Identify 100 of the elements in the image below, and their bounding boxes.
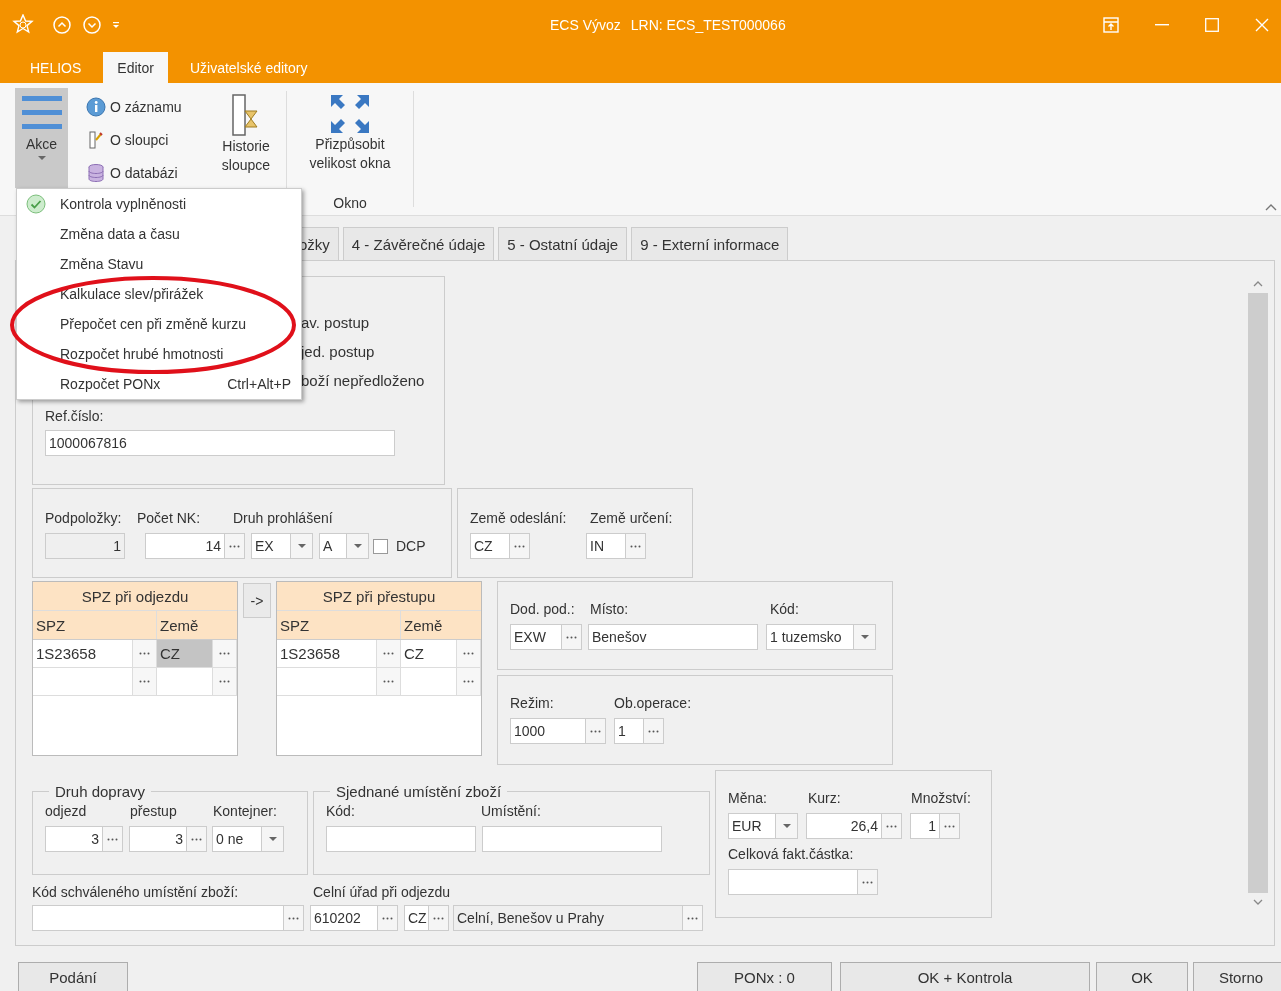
column-header: SPZ (33, 611, 157, 639)
form-tab[interactable]: 9 - Externí informace (631, 227, 789, 260)
text-field[interactable]: 1 (614, 718, 644, 744)
combo-box[interactable]: 1 tuzemsko (766, 624, 854, 650)
text-field[interactable]: Celní, Benešov u Prahy (453, 905, 683, 931)
ellipsis-icon (687, 916, 698, 920)
cancel-button[interactable]: Storno (1193, 962, 1281, 991)
browse-button[interactable] (377, 640, 401, 667)
form-tab[interactable]: 5 - Ostatní údaje (498, 227, 628, 260)
shortcut-label: Ctrl+Alt+P (227, 376, 291, 392)
pin-icon[interactable] (1103, 17, 1119, 33)
app-logo-icon[interactable] (12, 14, 34, 36)
close-icon[interactable] (1255, 18, 1269, 32)
browse-button[interactable] (377, 668, 401, 695)
checkbox[interactable] (373, 538, 388, 554)
text-field[interactable]: 14 (145, 533, 225, 559)
ellipsis-icon (382, 916, 393, 920)
ok-button[interactable]: OK (1096, 962, 1188, 991)
text-field[interactable]: EXW (510, 624, 562, 650)
menu-item[interactable]: Rozpočet hrubé hmotnosti (17, 339, 301, 369)
up-circle-icon[interactable] (52, 15, 72, 35)
scroll-up-button[interactable] (1253, 281, 1263, 287)
menu-item[interactable]: Rozpočet PONx Ctrl+Alt+P (17, 369, 301, 399)
browse-button[interactable] (429, 905, 449, 931)
menu-item[interactable]: Kalkulace slev/přirážek (17, 279, 301, 309)
browse-button[interactable] (133, 668, 157, 695)
text-field[interactable]: IN (586, 533, 626, 559)
combo-box[interactable]: 0 ne (212, 826, 262, 852)
text-field[interactable]: Benešov (588, 624, 758, 650)
caret-icon (37, 156, 46, 160)
text-field[interactable] (482, 826, 662, 852)
browse-button[interactable] (103, 826, 123, 852)
browse-button[interactable] (858, 869, 878, 895)
browse-button[interactable] (457, 640, 481, 667)
browse-button[interactable] (378, 905, 398, 931)
resize-window-button[interactable]: Přizpůsobit velikost okna (300, 83, 400, 174)
combo-box[interactable]: EUR (728, 813, 776, 839)
dropdown-button[interactable] (291, 533, 313, 559)
text-field[interactable] (728, 869, 858, 895)
dropdown-button[interactable] (347, 533, 369, 559)
text-field[interactable]: CZ (470, 533, 510, 559)
maximize-icon[interactable] (1205, 18, 1219, 32)
text-field[interactable]: 3 (129, 826, 187, 852)
ellipsis-icon (107, 837, 118, 841)
combo-box[interactable]: A (319, 533, 347, 559)
chevron-up-icon (1265, 203, 1277, 211)
dropdown-button[interactable] (262, 826, 284, 852)
text-field[interactable]: CZ (404, 905, 429, 931)
text-field[interactable] (326, 826, 476, 852)
browse-button[interactable] (213, 640, 237, 667)
ellipsis-icon (944, 824, 955, 828)
text-field[interactable]: 1000067816 (45, 430, 395, 456)
browse-button[interactable] (213, 668, 237, 695)
text-field[interactable]: 26,4 (806, 813, 882, 839)
browse-button[interactable] (133, 640, 157, 667)
field-label: Podpoložky: (45, 509, 123, 527)
ribbon-tab[interactable]: Editor (103, 52, 168, 83)
menu-item[interactable]: Přepočet cen při změně kurzu (17, 309, 301, 339)
browse-button[interactable] (882, 813, 902, 839)
text-field[interactable]: 1 (910, 813, 940, 839)
text-field[interactable] (32, 905, 284, 931)
browse-button[interactable] (586, 718, 606, 744)
scrollbar-thumb[interactable] (1248, 293, 1268, 893)
down-circle-icon[interactable] (82, 15, 102, 35)
browse-button[interactable] (284, 905, 304, 931)
minimize-icon[interactable] (1155, 24, 1169, 26)
ribbon-button[interactable]: O databázi (86, 159, 204, 186)
ribbon-button[interactable]: O sloupci (86, 126, 204, 153)
browse-button[interactable] (187, 826, 207, 852)
text-field[interactable]: 610202 (310, 905, 378, 931)
scroll-down-button[interactable] (1253, 899, 1263, 905)
ribbon-button[interactable]: O záznamu (86, 93, 204, 120)
browse-button[interactable] (457, 668, 481, 695)
field-label: Kontejner: (213, 802, 278, 820)
browse-button[interactable] (644, 718, 664, 744)
actions-button[interactable]: Akce (15, 88, 68, 188)
text-field[interactable]: 1 (45, 533, 125, 559)
submit-button[interactable]: Podání (18, 962, 128, 991)
field-label: Ob.operace: (614, 694, 693, 712)
collapse-ribbon-button[interactable] (1265, 203, 1277, 211)
table-cell[interactable]: CZ (401, 640, 457, 667)
browse-button[interactable] (626, 533, 646, 559)
table-cell[interactable]: CZ (157, 640, 213, 667)
browse-button[interactable] (562, 624, 582, 650)
ellipsis-icon (139, 652, 150, 655)
ponx-button[interactable]: PONx : 0 (697, 962, 832, 991)
combo-box[interactable]: EX (251, 533, 291, 559)
field-label: Druh prohlášení (233, 509, 334, 527)
browse-button[interactable] (510, 533, 530, 559)
browse-button[interactable] (683, 905, 703, 931)
text-field[interactable]: 3 (45, 826, 103, 852)
ok-check-button[interactable]: OK + Kontrola (840, 962, 1090, 991)
dropdown-button[interactable] (776, 813, 798, 839)
dropdown-icon[interactable] (112, 21, 120, 29)
form-tab[interactable]: 4 - Závěrečné údaje (342, 227, 495, 260)
dropdown-button[interactable] (854, 624, 876, 650)
text-field[interactable]: 1000 (510, 718, 586, 744)
browse-button[interactable] (225, 533, 245, 559)
browse-button[interactable] (940, 813, 960, 839)
copy-button[interactable]: -> (243, 583, 271, 618)
